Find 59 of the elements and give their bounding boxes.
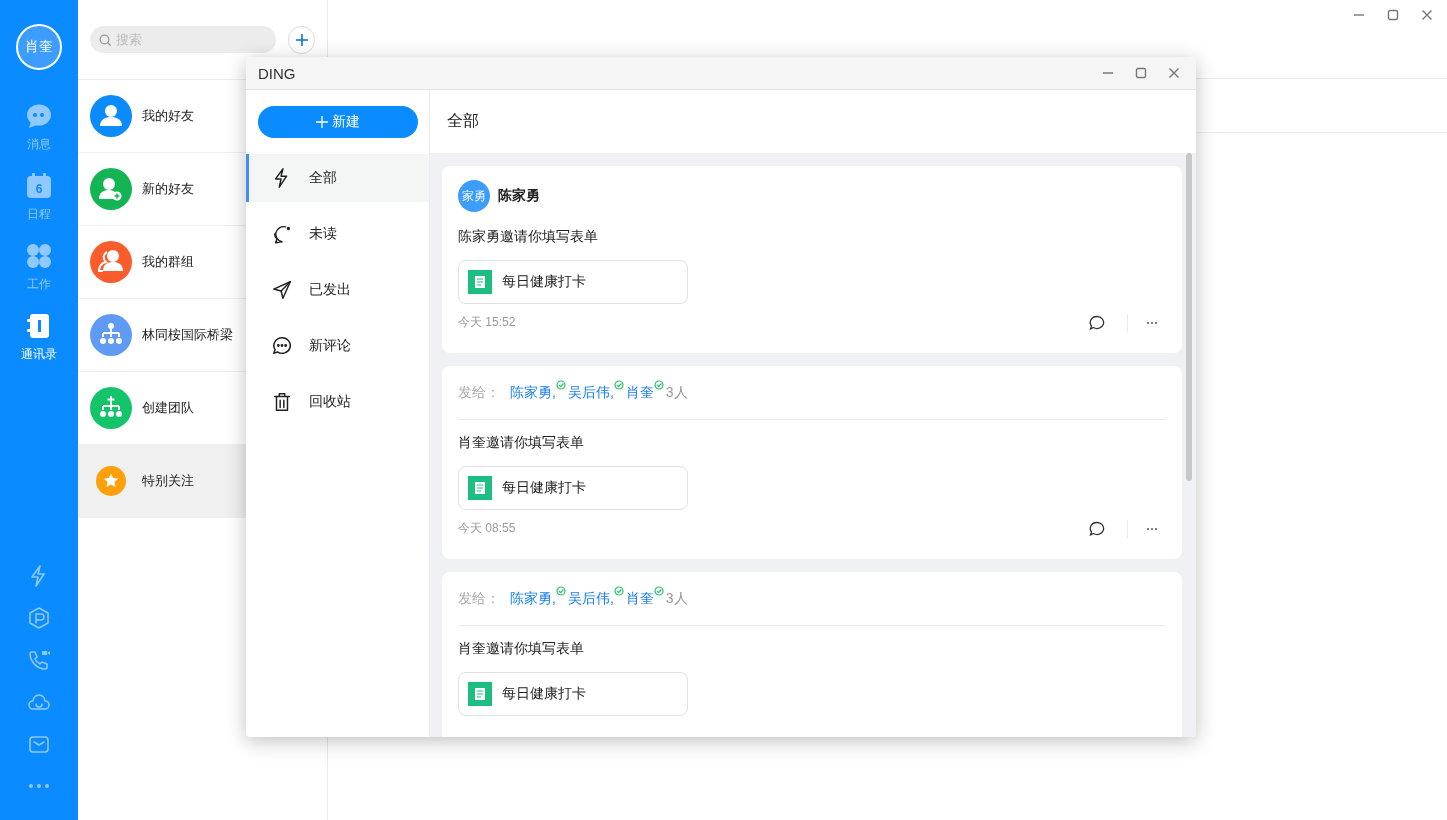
phone-video-icon[interactable] <box>27 648 51 672</box>
recipient-name[interactable]: 陈家勇, <box>510 383 556 402</box>
trash-icon <box>271 391 293 413</box>
form-title: 每日健康打卡 <box>502 273 586 291</box>
recipient-name[interactable]: 陈家勇, <box>510 589 556 608</box>
form-title: 每日健康打卡 <box>502 479 586 497</box>
timestamp: 今天 08:55 <box>458 520 517 537</box>
recipients-label: 发给： <box>458 383 500 402</box>
comment-icon[interactable] <box>1089 314 1105 331</box>
form-attachment[interactable]: 每日健康打卡 <box>458 466 688 510</box>
add-person-icon <box>90 168 132 210</box>
more-icon[interactable] <box>1146 320 1158 325</box>
recipient-count: 3人 <box>665 383 688 402</box>
paper-plane-icon <box>271 279 293 301</box>
more-icon[interactable] <box>1146 526 1158 531</box>
message-text: 肖奎邀请你填写表单 <box>458 433 585 452</box>
group-icon <box>90 241 132 283</box>
contact-label: 新的好友 <box>142 180 194 198</box>
form-title: 每日健康打卡 <box>502 685 586 703</box>
org-chart-icon <box>90 314 132 356</box>
contact-label: 我的好友 <box>142 107 194 125</box>
recipient-name[interactable]: 肖奎 <box>625 589 654 608</box>
scrollbar-thumb[interactable] <box>1186 153 1192 481</box>
recipients-label: 发给： <box>458 589 500 608</box>
contact-label: 我的群组 <box>142 253 194 271</box>
contact-label: 特别关注 <box>142 472 194 490</box>
apps-icon <box>25 242 53 270</box>
contact-label: 林同桉国际桥梁 <box>142 326 233 344</box>
form-attachment[interactable]: 每日健康打卡 <box>458 672 688 716</box>
chat-bubble-icon <box>25 102 53 130</box>
timestamp: 今天 15:52 <box>458 314 517 331</box>
hexagon-icon[interactable] <box>27 606 51 630</box>
maximize-icon[interactable] <box>1134 67 1147 79</box>
maximize-icon[interactable] <box>1387 9 1399 21</box>
form-attachment[interactable]: 每日健康打卡 <box>458 260 688 304</box>
window-title: DING <box>258 64 297 82</box>
form-document-icon <box>468 270 492 294</box>
recipient-name[interactable]: 吴后伟, <box>567 589 614 608</box>
recipient-count: 3人 <box>665 589 688 608</box>
form-document-icon <box>468 682 492 706</box>
recipient-name[interactable]: 肖奎 <box>625 383 654 402</box>
add-button[interactable] <box>288 25 315 54</box>
sender-name: 陈家勇 <box>498 187 540 205</box>
section-title: 全部 <box>446 111 480 131</box>
comment-icon <box>271 335 293 357</box>
contact-label: 创建团队 <box>142 399 194 417</box>
add-team-icon <box>90 387 132 429</box>
recipient-name[interactable]: 吴后伟, <box>567 383 614 402</box>
comment-icon[interactable] <box>1089 520 1105 537</box>
form-document-icon <box>468 476 492 500</box>
sender-avatar: 家勇 <box>458 180 490 212</box>
plus-icon <box>316 116 328 128</box>
close-icon[interactable] <box>1167 67 1180 79</box>
message-text: 陈家勇邀请你填写表单 <box>458 227 599 246</box>
close-icon[interactable] <box>1421 9 1433 21</box>
message-text: 肖奎邀请你填写表单 <box>458 639 585 658</box>
plus-icon <box>295 33 308 46</box>
person-icon <box>90 95 132 137</box>
nav-item[interactable]: 全部 <box>246 154 429 202</box>
